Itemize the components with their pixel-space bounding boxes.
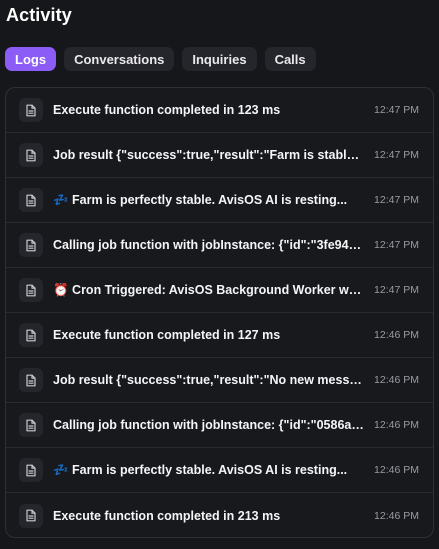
tab-calls[interactable]: Calls [264, 47, 316, 71]
document-icon [19, 143, 43, 167]
document-icon [19, 233, 43, 257]
log-timestamp: 12:47 PM [374, 194, 419, 206]
document-icon [19, 503, 43, 528]
document-icon [19, 368, 43, 392]
activity-tabs: Logs Conversations Inquiries Calls [5, 47, 316, 71]
log-list: Execute function completed in 123 ms 12:4… [5, 87, 434, 538]
document-icon [19, 98, 43, 122]
log-timestamp: 12:46 PM [374, 329, 419, 341]
log-row[interactable]: 💤 Farm is perfectly stable. AvisOS AI is… [6, 448, 433, 493]
log-timestamp: 12:47 PM [374, 104, 419, 116]
tab-conversations[interactable]: Conversations [64, 47, 175, 71]
log-message: Calling job function with jobInstance: {… [53, 418, 375, 432]
log-row[interactable]: Calling job function with jobInstance: {… [6, 223, 433, 268]
log-row[interactable]: Job result {"success":true,"result":"No … [6, 358, 433, 403]
log-timestamp: 12:46 PM [374, 464, 419, 476]
log-row[interactable]: 💤 Farm is perfectly stable. AvisOS AI is… [6, 178, 433, 223]
document-icon [19, 278, 43, 302]
log-message: Job result {"success":true,"result":"Far… [53, 148, 374, 162]
log-row[interactable]: Execute function completed in 123 ms 12:4… [6, 88, 433, 133]
activity-page: Activity Logs Conversations Inquiries Ca… [0, 0, 439, 549]
log-timestamp: 12:46 PM [374, 509, 419, 522]
log-timestamp: 12:46 PM [374, 374, 419, 386]
log-timestamp: 12:47 PM [374, 149, 419, 161]
log-timestamp: 12:46 PM [374, 419, 419, 431]
log-row[interactable]: Calling job function with jobInstance: {… [6, 403, 433, 448]
log-row[interactable]: Job result {"success":true,"result":"Far… [6, 133, 433, 178]
log-message: 💤 Farm is perfectly stable. AvisOS AI is… [53, 462, 348, 477]
log-row[interactable]: Execute function completed in 213 ms 12:4… [6, 493, 433, 537]
log-message: Job result {"success":true,"result":"No … [53, 373, 375, 387]
log-row[interactable]: Execute function completed in 127 ms 12:4… [6, 313, 433, 358]
page-title: Activity [6, 5, 72, 25]
log-timestamp: 12:47 PM [374, 239, 419, 251]
log-message: Calling job function with jobInstance: {… [53, 238, 375, 252]
document-icon [19, 413, 43, 437]
document-icon [19, 458, 43, 482]
log-message: Execute function completed in 123 ms [53, 103, 281, 117]
tab-inquiries[interactable]: Inquiries [182, 47, 257, 71]
log-row[interactable]: ⏰ Cron Triggered: AvisOS Background Work… [6, 268, 433, 313]
log-timestamp: 12:47 PM [374, 284, 419, 296]
tab-logs[interactable]: Logs [5, 47, 57, 71]
log-message: Execute function completed in 213 ms [53, 508, 281, 523]
document-icon [19, 188, 43, 212]
log-message: 💤 Farm is perfectly stable. AvisOS AI is… [53, 192, 348, 207]
log-message: Execute function completed in 127 ms [53, 328, 281, 342]
document-icon [19, 323, 43, 347]
log-message: ⏰ Cron Triggered: AvisOS Background Work… [53, 282, 375, 297]
